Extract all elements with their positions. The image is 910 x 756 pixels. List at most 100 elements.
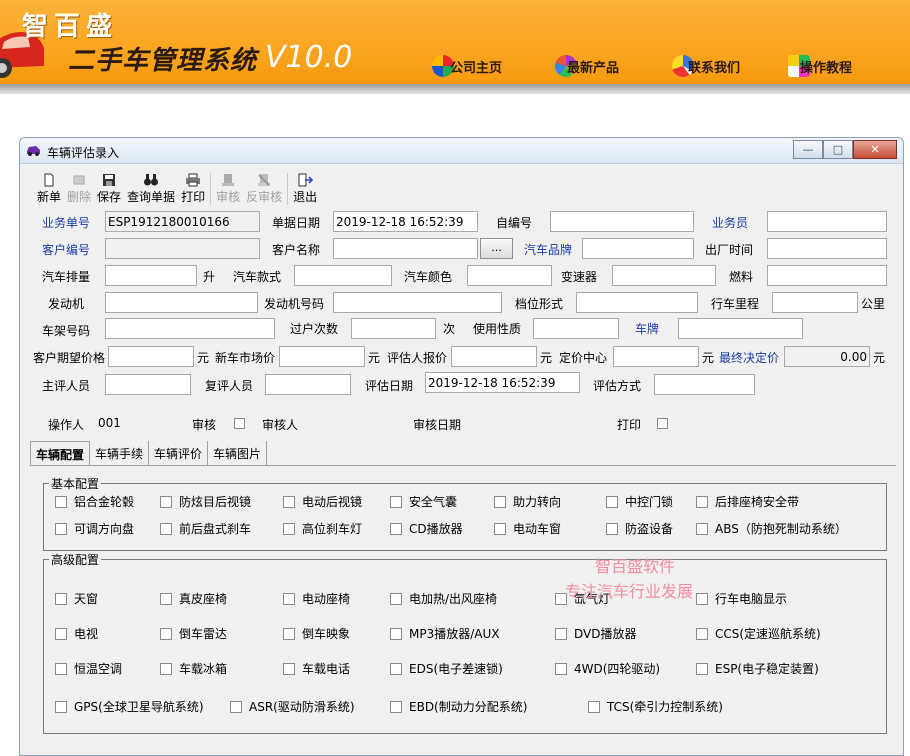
advanced-config-checkbox[interactable]: CCS(定速巡航系统) (696, 625, 821, 642)
usage-field[interactable] (533, 318, 619, 339)
basic-config-checkbox[interactable]: 铝合金轮毂 (55, 493, 134, 510)
nav-new-products[interactable]: 最新产品 (555, 54, 619, 78)
advanced-config-checkbox[interactable]: 车载电话 (283, 660, 350, 677)
second-appraiser-field[interactable] (265, 374, 351, 395)
checkbox-box[interactable] (696, 627, 708, 640)
window-titlebar[interactable]: 车辆评估录入 — □ ✕ (20, 138, 903, 164)
checkbox-box[interactable] (696, 495, 708, 508)
checkbox-box[interactable] (606, 495, 618, 508)
car-brand-field[interactable] (582, 238, 694, 259)
tab-vehicle-evaluation[interactable]: 车辆评价 (149, 441, 209, 465)
fuel-field[interactable] (767, 265, 887, 286)
checkbox-box[interactable] (55, 592, 67, 605)
final-price-field[interactable]: 0.00 (784, 346, 870, 367)
tab-vehicle-config[interactable]: 车辆配置 (30, 441, 91, 465)
checkbox-box[interactable] (555, 627, 567, 640)
checkbox-box[interactable] (283, 495, 295, 508)
print-button[interactable]: 打印 (178, 173, 208, 205)
checkbox-box[interactable] (696, 522, 708, 535)
checkbox-box[interactable] (283, 627, 295, 640)
basic-config-checkbox[interactable]: 电动车窗 (494, 520, 561, 537)
nav-company-home[interactable]: 公司主页 (432, 54, 502, 78)
checkbox-box[interactable] (55, 700, 67, 713)
close-button[interactable]: ✕ (853, 140, 897, 159)
business-no-field[interactable]: ESP1912180010166 (105, 211, 260, 232)
gearbox-field[interactable] (612, 265, 716, 286)
gear-type-field[interactable] (576, 292, 698, 313)
checkbox-box[interactable] (696, 592, 708, 605)
basic-config-checkbox[interactable]: 防炫目后视镜 (160, 493, 251, 510)
factory-date-field[interactable] (767, 238, 887, 259)
advanced-config-checkbox[interactable]: 电动座椅 (283, 590, 350, 607)
review-button[interactable]: 审核 (213, 173, 243, 205)
checkbox-box[interactable] (283, 522, 295, 535)
new-price-field[interactable] (279, 346, 365, 367)
expected-price-field[interactable] (108, 346, 194, 367)
basic-config-checkbox[interactable]: 中控门锁 (606, 493, 673, 510)
unreview-button[interactable]: 反审核 (243, 173, 285, 205)
advanced-config-checkbox[interactable]: 倒车映象 (283, 625, 350, 642)
checkbox-box[interactable] (390, 522, 402, 535)
checkbox-box[interactable] (390, 592, 402, 605)
checkbox-box[interactable] (555, 662, 567, 675)
basic-config-checkbox[interactable]: CD播放器 (390, 520, 463, 537)
basic-config-checkbox[interactable]: 安全气囊 (390, 493, 457, 510)
checkbox-box[interactable] (160, 522, 172, 535)
checkbox-box[interactable] (390, 662, 402, 675)
advanced-config-checkbox[interactable]: EBD(制动力分配系统) (390, 698, 527, 715)
review-checkbox[interactable] (234, 418, 245, 429)
checkbox-box[interactable] (390, 627, 402, 640)
appraiser-quote-field[interactable] (451, 346, 537, 367)
engine-field[interactable] (105, 292, 258, 313)
eval-date-field[interactable]: 2019-12-18 16:52:39 (425, 372, 580, 393)
advanced-config-checkbox[interactable]: 电加热/出风座椅 (390, 590, 497, 607)
basic-config-checkbox[interactable]: 电动后视镜 (283, 493, 362, 510)
advanced-config-checkbox[interactable]: 车载冰箱 (160, 660, 227, 677)
displacement-field[interactable] (105, 265, 197, 286)
plate-field[interactable] (678, 318, 803, 339)
customer-no-field[interactable] (105, 238, 260, 259)
checkbox-box[interactable] (160, 662, 172, 675)
checkbox-box[interactable] (160, 495, 172, 508)
nav-tutorial[interactable]: 操作教程 (788, 54, 852, 78)
checkbox-box[interactable] (283, 662, 295, 675)
checkbox-box[interactable] (55, 495, 67, 508)
checkbox-box[interactable] (160, 592, 172, 605)
advanced-config-checkbox[interactable]: EDS(电子差速锁) (390, 660, 503, 677)
advanced-config-checkbox[interactable]: 电视 (55, 625, 98, 642)
eval-method-field[interactable] (654, 374, 755, 395)
checkbox-box[interactable] (494, 522, 506, 535)
basic-config-checkbox[interactable]: 防盗设备 (606, 520, 673, 537)
checkbox-box[interactable] (230, 700, 242, 713)
pricing-center-field[interactable] (613, 346, 699, 367)
self-no-field[interactable] (550, 211, 694, 232)
advanced-config-checkbox[interactable]: MP3播放器/AUX (390, 625, 499, 642)
advanced-config-checkbox[interactable]: 4WD(四轮驱动) (555, 660, 660, 677)
vin-field[interactable] (105, 318, 275, 339)
checkbox-box[interactable] (283, 592, 295, 605)
tab-vehicle-images[interactable]: 车辆图片 (208, 441, 268, 465)
advanced-config-checkbox[interactable]: GPS(全球卫星导航系统) (55, 698, 204, 715)
advanced-config-checkbox[interactable]: 恒温空调 (55, 660, 122, 677)
checkbox-box[interactable] (55, 522, 67, 535)
checkbox-box[interactable] (606, 522, 618, 535)
basic-config-checkbox[interactable]: 前后盘式刹车 (160, 520, 251, 537)
basic-config-checkbox[interactable]: ABS（防抱死制动系统） (696, 520, 847, 537)
customer-browse-button[interactable]: ... (480, 238, 513, 259)
tab-vehicle-documents[interactable]: 车辆手续 (90, 441, 150, 465)
basic-config-checkbox[interactable]: 助力转向 (494, 493, 561, 510)
basic-config-checkbox[interactable]: 可调方向盘 (55, 520, 134, 537)
new-button[interactable]: 新单 (34, 173, 64, 205)
checkbox-box[interactable] (160, 627, 172, 640)
doc-date-field[interactable]: 2019-12-18 16:52:39 (333, 211, 478, 232)
advanced-config-checkbox[interactable]: 倒车雷达 (160, 625, 227, 642)
checkbox-box[interactable] (55, 662, 67, 675)
checkbox-box[interactable] (588, 700, 600, 713)
customer-name-field[interactable] (333, 238, 478, 259)
advanced-config-checkbox[interactable]: DVD播放器 (555, 625, 636, 642)
checkbox-box[interactable] (696, 662, 708, 675)
checkbox-box[interactable] (390, 700, 402, 713)
exit-button[interactable]: 退出 (290, 173, 320, 205)
checkbox-box[interactable] (494, 495, 506, 508)
print-checkbox[interactable] (657, 418, 668, 429)
